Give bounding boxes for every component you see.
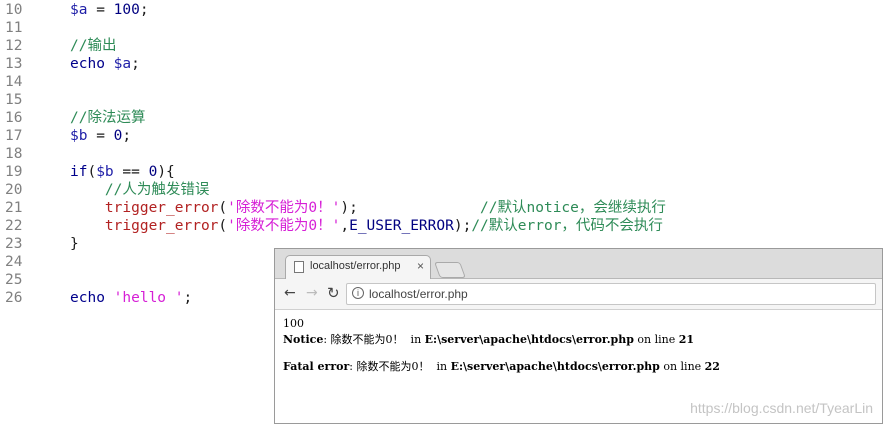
code-token: $a: [70, 2, 88, 18]
code-text: trigger_error('除数不能为0！'); //默认notice，会继续…: [70, 199, 666, 217]
code-token: //默认error，代码不会执行: [471, 218, 663, 234]
tab-title: localhost/error.php: [310, 260, 401, 272]
page-icon: [294, 261, 304, 273]
fatal-path: E:\server\apache\htdocs\error.php: [450, 360, 660, 373]
fatal-label: Fatal error: [283, 360, 350, 373]
code-token: ){: [157, 164, 175, 180]
reload-icon[interactable]: ↻: [327, 284, 340, 302]
code-token: '除数不能为0！': [227, 218, 341, 234]
code-token: //输出: [70, 38, 117, 54]
code-token: ,: [340, 218, 350, 234]
code-token: =: [87, 128, 114, 144]
code-text: $b = 0;: [70, 127, 131, 145]
code-token: ;: [139, 2, 149, 18]
line-number: 20: [5, 182, 23, 198]
fatal-line-text: on line: [659, 360, 705, 373]
code-token: ==: [113, 164, 149, 180]
new-tab-button[interactable]: [434, 262, 466, 278]
browser-window: localhost/error.php × ← → ↻ i localhost/…: [274, 248, 883, 424]
code-token: trigger_error: [104, 218, 219, 234]
code-token: E_USER_ERROR: [349, 218, 454, 234]
code-token: =: [87, 2, 114, 18]
code-token: (: [218, 200, 228, 216]
code-text: if($b == 0){: [70, 163, 175, 181]
line-number: 26: [5, 290, 23, 306]
watermark: https://blog.csdn.net/TyearLin: [690, 400, 873, 416]
code-text: }: [70, 235, 79, 253]
code-text: //输出: [70, 37, 116, 55]
notice-line-number: 21: [678, 333, 695, 346]
code-token: );: [453, 218, 472, 234]
code-token: echo: [70, 290, 114, 306]
code-token: //除法运算: [70, 110, 146, 126]
line-number: 17: [5, 128, 23, 144]
code-token: echo: [70, 56, 114, 72]
line-number: 19: [5, 164, 23, 180]
code-token: }: [70, 236, 79, 252]
line-number: 23: [5, 236, 23, 252]
code-token: 'hello ': [113, 290, 184, 306]
notice-text: : 除数不能为0！ in: [323, 333, 425, 346]
code-text: //人为触发错误: [70, 181, 209, 199]
forward-icon[interactable]: →: [306, 285, 318, 301]
code-text: //除法运算: [70, 109, 145, 127]
code-text: echo 'hello ';: [70, 289, 192, 307]
notice-path: E:\server\apache\htdocs\error.php: [424, 333, 634, 346]
code-token: ;: [183, 290, 193, 306]
code-token: );: [340, 200, 481, 216]
line-number: 16: [5, 110, 23, 126]
tab-bar: localhost/error.php ×: [275, 249, 882, 279]
code-token: //默认notice，会继续执行: [480, 200, 666, 216]
browser-toolbar: ← → ↻ i localhost/error.php: [275, 279, 882, 310]
browser-tab[interactable]: localhost/error.php ×: [285, 255, 431, 279]
notice-message: Notice: 除数不能为0！ in E:\server\apache\htdo…: [283, 331, 694, 347]
code-token: (: [218, 218, 228, 234]
code-token: (: [87, 164, 97, 180]
info-icon[interactable]: i: [352, 287, 364, 299]
notice-line-text: on line: [633, 333, 679, 346]
code-token: 100: [113, 2, 140, 18]
code-text: $a = 100;: [70, 1, 149, 19]
line-number: 15: [5, 92, 23, 108]
code-token: $b: [96, 164, 114, 180]
line-number: 18: [5, 146, 23, 162]
code-token: //人为触发错误: [104, 182, 210, 198]
line-number: 10: [5, 2, 23, 18]
line-number: 22: [5, 218, 23, 234]
notice-label: Notice: [283, 333, 324, 346]
fatal-line-number: 22: [704, 360, 720, 373]
code-token: if: [70, 164, 88, 180]
line-number: 14: [5, 74, 23, 90]
line-number: 25: [5, 272, 23, 288]
code-token: '除数不能为0！': [227, 200, 341, 216]
output-line: 100: [283, 317, 304, 330]
code-token: $b: [70, 128, 88, 144]
fatal-text: : 除数不能为0！ in: [349, 360, 451, 373]
line-number: 24: [5, 254, 23, 270]
code-token: $a: [113, 56, 132, 72]
code-token: ;: [131, 56, 140, 72]
address-bar[interactable]: i localhost/error.php: [346, 283, 876, 305]
fatal-error-message: Fatal error: 除数不能为0！ in E:\server\apache…: [283, 358, 720, 374]
line-number: 13: [5, 56, 23, 72]
code-text: trigger_error('除数不能为0！',E_USER_ERROR);//…: [70, 217, 663, 235]
back-icon[interactable]: ←: [284, 285, 296, 301]
url-text: localhost/error.php: [369, 287, 468, 301]
code-text: echo $a;: [70, 55, 140, 73]
line-number: 21: [5, 200, 23, 216]
line-number: 11: [5, 20, 23, 36]
code-token: trigger_error: [104, 200, 219, 216]
line-number: 12: [5, 38, 23, 54]
code-token: ;: [122, 128, 132, 144]
close-tab-icon[interactable]: ×: [417, 259, 424, 273]
